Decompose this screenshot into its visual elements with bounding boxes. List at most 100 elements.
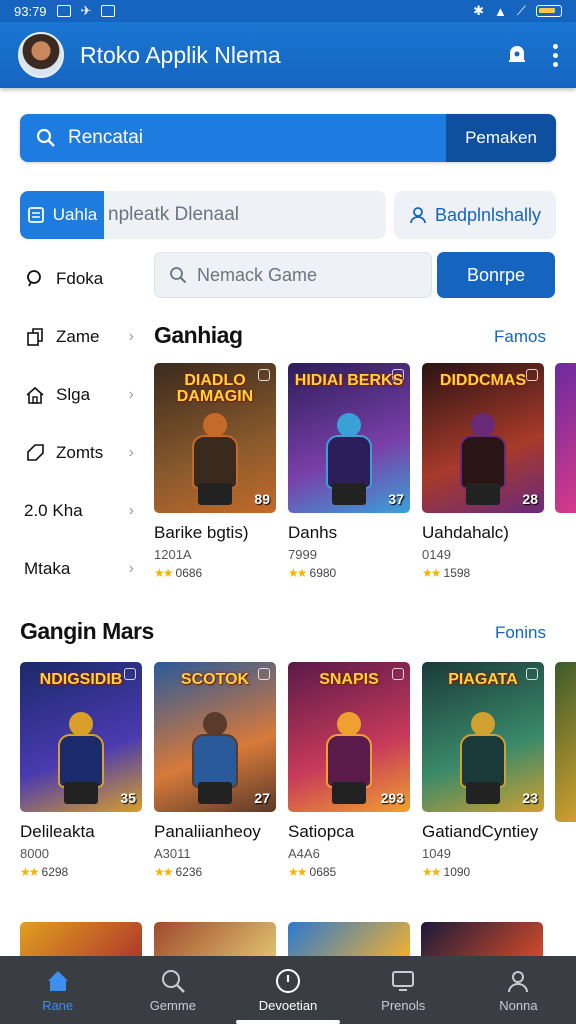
game-title: Satiopca bbox=[288, 822, 355, 841]
game-card[interactable]: DIDDCMAS 28 Uahdahalc) 0149 ★★ 1598 bbox=[422, 363, 544, 580]
game-logo-text: HIDIAI BERKS bbox=[294, 372, 404, 389]
filter-chip-label: Uahla bbox=[52, 205, 98, 224]
game-search-button[interactable]: Bonrpe bbox=[437, 252, 555, 298]
game-subtitle: 7999 bbox=[288, 547, 317, 562]
thumbnail-number: 27 bbox=[254, 790, 270, 806]
cellular-icon: ⟋ bbox=[516, 3, 526, 18]
sidebar-item-label: Zomts bbox=[56, 443, 104, 462]
nav-item-games[interactable]: Gemme bbox=[115, 956, 230, 1024]
game-thumbnail[interactable]: DIADLO DAMAGIN 89 bbox=[154, 363, 276, 513]
character-art bbox=[320, 413, 378, 505]
sidebar-item-zomts[interactable]: Zomts › bbox=[0, 424, 148, 482]
game-card[interactable]: SCOTOK 27 Panaliianheoy A3011 ★★ 6236 bbox=[154, 662, 276, 879]
sidebar-item-label: 2.0 Kha bbox=[24, 501, 83, 520]
wifi-icon: ✈ bbox=[80, 3, 92, 18]
star-icon: ★★ bbox=[288, 865, 307, 879]
sidebar-item-fdoka[interactable]: Fdoka bbox=[0, 250, 148, 308]
person-icon bbox=[410, 207, 426, 224]
notification-bell-icon[interactable] bbox=[503, 41, 531, 69]
avatar[interactable] bbox=[18, 32, 64, 78]
nav-item-prenols[interactable]: Prenols bbox=[346, 956, 461, 1024]
sidebar-item-kha[interactable]: 2.0 Kha › bbox=[0, 482, 148, 540]
game-subtitle: 1049 bbox=[422, 846, 451, 861]
game-card-partial[interactable] bbox=[288, 922, 410, 956]
thumbnail-number: 293 bbox=[380, 790, 404, 806]
rating-value: 6236 bbox=[175, 865, 203, 879]
game-thumbnail[interactable]: SCOTOK 27 bbox=[154, 662, 276, 812]
game-thumbnail[interactable]: NDIGSIDIB 35 bbox=[20, 662, 142, 812]
filter-user-label: Badplnlshally bbox=[434, 204, 542, 225]
game-card-partial[interactable] bbox=[154, 922, 276, 956]
game-rating: ★★ 6236 bbox=[154, 865, 276, 879]
game-logo-text: SCOTOK bbox=[180, 671, 250, 688]
character-art bbox=[454, 413, 512, 505]
game-thumbnail[interactable]: SNAPIS 293 bbox=[288, 662, 410, 812]
rating-value: 1090 bbox=[443, 865, 471, 879]
game-rating: ★★ 1598 bbox=[422, 566, 544, 580]
section-see-all-link[interactable]: Fonins bbox=[495, 623, 546, 643]
filter-user-button[interactable]: Badplnlshally bbox=[394, 191, 556, 239]
star-icon: ★★ bbox=[154, 566, 173, 580]
chevron-right-icon: › bbox=[128, 502, 134, 519]
notification-icon bbox=[101, 5, 116, 17]
nav-item-profile[interactable]: Nonna bbox=[461, 956, 576, 1024]
main-search-input[interactable]: Rencatai bbox=[20, 114, 446, 162]
star-icon: ★★ bbox=[20, 865, 39, 879]
game-thumbnail[interactable]: PIAGATA 23 bbox=[422, 662, 544, 812]
game-logo-text: DIDDCMAS bbox=[439, 372, 527, 389]
sidebar-item-mtaka[interactable]: Mtaka › bbox=[0, 540, 148, 598]
bottom-navigation: Rane Gemme Devoetian Prenols Nonna bbox=[0, 956, 576, 1024]
game-rating: ★★ 1090 bbox=[422, 865, 544, 879]
nav-item-devoetian[interactable]: Devoetian bbox=[230, 956, 345, 1024]
chevron-right-icon: › bbox=[128, 444, 134, 461]
game-search-placeholder: Nemack Game bbox=[197, 264, 318, 285]
person-icon bbox=[508, 970, 529, 992]
nav-item-home[interactable]: Rane bbox=[0, 956, 115, 1024]
filter-chip[interactable]: Uahla bbox=[20, 191, 104, 239]
rating-value: 6980 bbox=[309, 566, 337, 580]
nav-item-label: Devoetian bbox=[258, 997, 318, 1013]
star-icon: ★★ bbox=[154, 865, 173, 879]
tag-icon bbox=[24, 442, 46, 464]
rating-value: 0685 bbox=[309, 865, 337, 879]
game-card-partial[interactable] bbox=[555, 662, 576, 822]
game-rating: ★★ 0686 bbox=[154, 566, 276, 580]
game-card[interactable]: SNAPIS 293 Satiopca A4A6 ★★ 0685 bbox=[288, 662, 410, 879]
game-subtitle: 1201A bbox=[154, 547, 192, 562]
game-logo-text: NDIGSIDIB bbox=[39, 671, 123, 688]
game-card[interactable]: DIADLO DAMAGIN 89 Barike bgtis) 1201A ★★ 0686 bbox=[154, 363, 276, 580]
sidebar-item-zame[interactable]: Zame › bbox=[0, 308, 148, 366]
game-card-partial[interactable] bbox=[421, 922, 543, 956]
game-thumbnail[interactable]: HIDIAI BERKS 37 bbox=[288, 363, 410, 513]
character-art bbox=[186, 413, 244, 505]
notification-icon bbox=[56, 5, 71, 17]
game-card[interactable]: HIDIAI BERKS 37 Danhs 7999 ★★ 6980 bbox=[288, 363, 410, 580]
section-title: Gangin Mars bbox=[20, 618, 154, 644]
rating-value: 6298 bbox=[41, 865, 69, 879]
game-thumbnail[interactable]: DIDDCMAS 28 bbox=[422, 363, 544, 513]
game-card-partial[interactable] bbox=[20, 922, 142, 956]
section-title: Ganhiag bbox=[154, 322, 243, 348]
game-title: Uahdahalc) bbox=[422, 523, 509, 542]
main-search-bar: Rencatai Pemaken bbox=[20, 114, 556, 162]
game-subtitle: A3011 bbox=[154, 846, 191, 861]
sidebar-item-slga[interactable]: Slga › bbox=[0, 366, 148, 424]
thumbnail-number: 28 bbox=[522, 491, 538, 507]
game-card-partial[interactable] bbox=[555, 363, 576, 513]
game-subtitle: 8000 bbox=[20, 846, 49, 861]
nav-active-indicator bbox=[236, 1020, 340, 1024]
game-title: Panaliianheoy bbox=[154, 822, 261, 841]
game-search-input[interactable]: Nemack Game bbox=[154, 252, 432, 298]
more-menu-icon[interactable] bbox=[553, 43, 558, 67]
filter-field[interactable]: Uahla npleatk Dlenaal bbox=[20, 191, 386, 239]
section-see-all-link[interactable]: Famos bbox=[494, 327, 546, 347]
game-rating: ★★ 0685 bbox=[288, 865, 410, 879]
main-search-button[interactable]: Pemaken bbox=[446, 114, 556, 162]
character-art bbox=[186, 712, 244, 804]
app-bar: Rtoko Applik Nlema bbox=[0, 22, 576, 88]
list-icon bbox=[27, 207, 44, 223]
game-card[interactable]: NDIGSIDIB 35 Delileakta 8000 ★★ 6298 bbox=[20, 662, 142, 879]
game-card[interactable]: PIAGATA 23 GatiandCyntiey 1049 ★★ 1090 bbox=[422, 662, 544, 879]
game-logo-text: DIADLO DAMAGIN bbox=[176, 372, 254, 405]
sidebar: Fdoka Zame › Slga › Zomts › 2.0 Kha › Mt… bbox=[0, 250, 148, 598]
